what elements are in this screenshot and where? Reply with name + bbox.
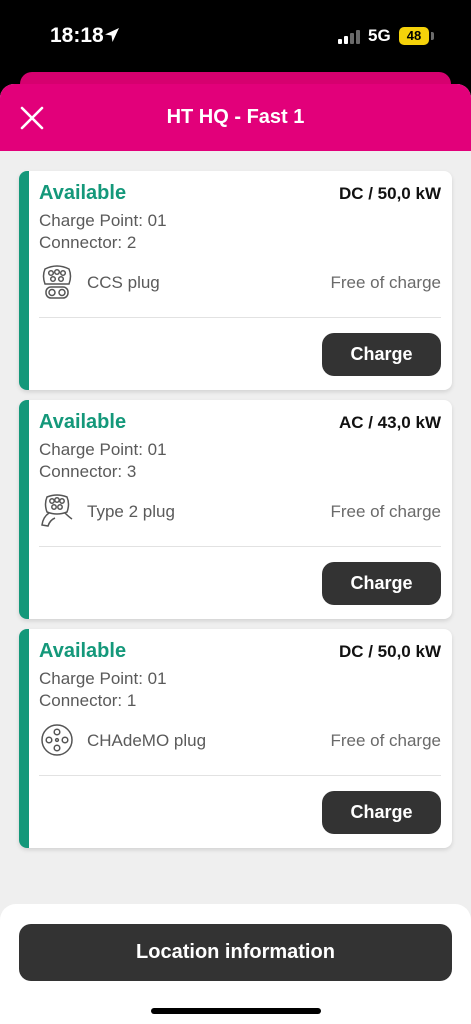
home-indicator[interactable]: [151, 1008, 321, 1014]
connector-power: AC / 43,0 kW: [338, 413, 441, 432]
connector-card: Available DC / 50,0 kW Charge Point: 01 …: [19, 171, 452, 390]
connector-number: Connector: 3: [39, 462, 137, 481]
location-information-button[interactable]: Location information: [19, 924, 452, 981]
status-bar: 18:18 5G 48: [0, 0, 471, 72]
connector-card: Available DC / 50,0 kW Charge Point: 01 …: [19, 629, 452, 848]
location-arrow-icon: [105, 28, 119, 42]
plug-type: CHAdeMO plug: [87, 731, 207, 750]
charge-button[interactable]: Charge: [322, 562, 441, 605]
plug-type: CCS plug: [87, 273, 160, 292]
status-accent-bar: [19, 171, 29, 390]
price-label: Free of charge: [330, 273, 441, 292]
connector-card: Available AC / 43,0 kW Charge Point: 01 …: [19, 400, 452, 619]
connector-status: Available: [39, 411, 127, 433]
price-label: Free of charge: [330, 502, 441, 521]
battery-icon: 48: [399, 27, 429, 45]
status-accent-bar: [19, 400, 29, 619]
page-title: HT HQ - Fast 1: [166, 106, 305, 128]
status-accent-bar: [19, 629, 29, 848]
connector-sheet: HT HQ - Fast 1 Available DC / 50,0 kW Ch…: [0, 84, 471, 1024]
divider: [39, 317, 441, 318]
charge-point-label: Charge Point: 01: [39, 211, 167, 230]
connector-power: DC / 50,0 kW: [338, 184, 441, 203]
divider: [39, 775, 441, 776]
connector-number: Connector: 2: [39, 233, 137, 252]
charge-point-label: Charge Point: 01: [39, 669, 167, 688]
bottom-panel: Location information: [0, 904, 471, 1024]
connector-number: Connector: 1: [39, 691, 137, 710]
sheet-header: HT HQ - Fast 1: [0, 84, 471, 151]
ccs-plug-icon: [42, 265, 72, 299]
connector-status: Available: [39, 182, 127, 204]
price-label: Free of charge: [330, 731, 441, 750]
network-type: 5G: [368, 26, 391, 45]
chademo-plug-icon: [41, 724, 73, 756]
signal-strength-icon: [338, 30, 360, 44]
plug-type: Type 2 plug: [87, 502, 175, 521]
connector-status: Available: [39, 640, 127, 662]
divider: [39, 546, 441, 547]
charge-button[interactable]: Charge: [322, 333, 441, 376]
charge-point-label: Charge Point: 01: [39, 440, 167, 459]
charge-button[interactable]: Charge: [322, 791, 441, 834]
type2-plug-icon: [41, 494, 73, 527]
status-time: 18:18: [50, 24, 104, 47]
battery-cap: [431, 32, 434, 40]
connector-power: DC / 50,0 kW: [338, 642, 441, 661]
